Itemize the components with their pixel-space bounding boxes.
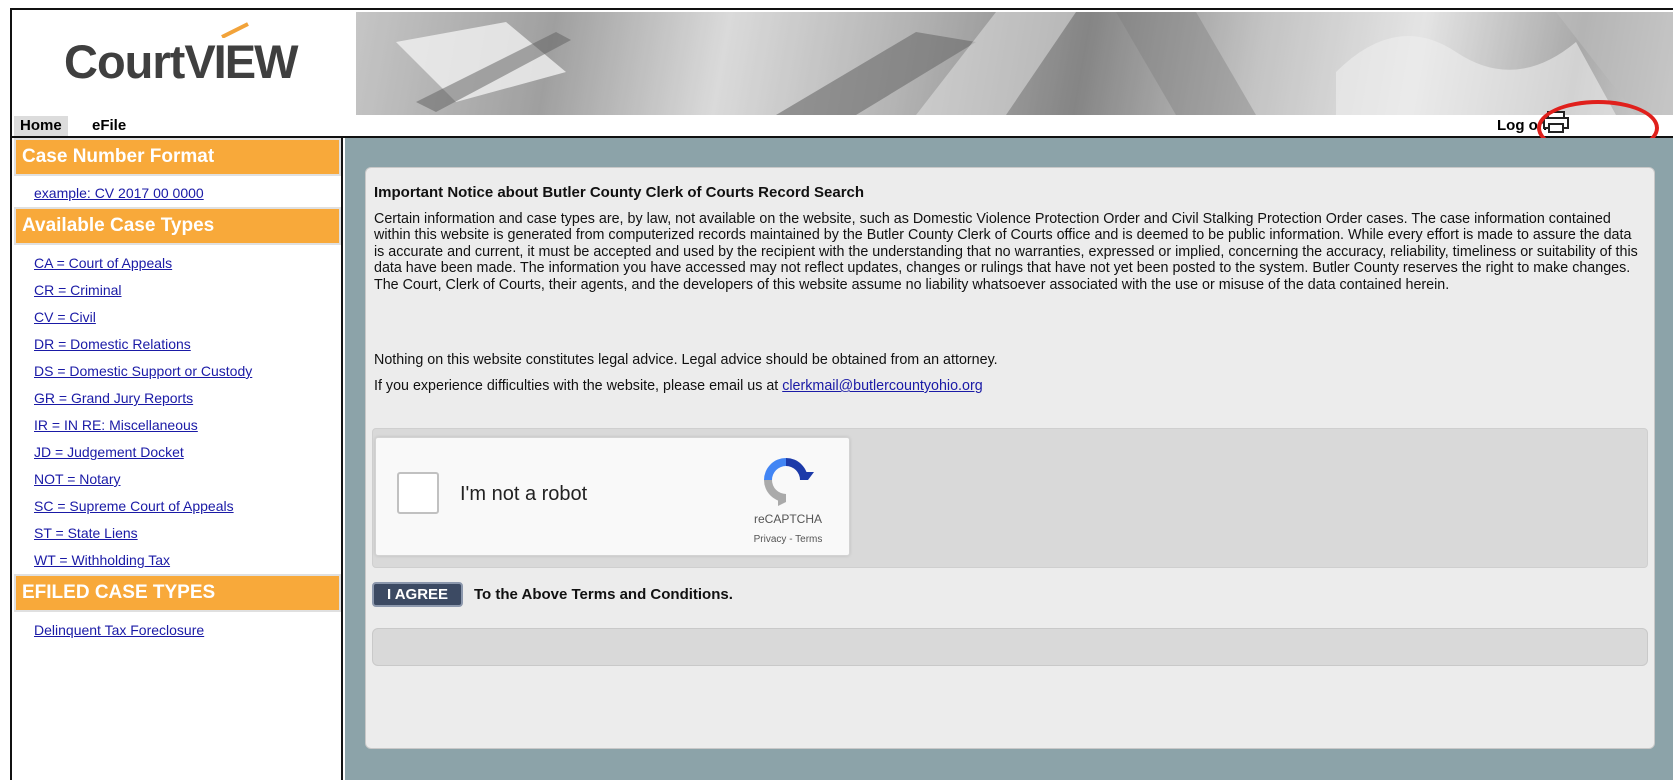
nav-home-link[interactable]: Home [14,116,68,136]
captcha-area: I'm not a robot reCAPTCHA Privacy - Term… [372,428,1648,568]
banner-artwork [356,12,1673,115]
agree-terms-text: To the Above Terms and Conditions. [474,586,733,603]
header-banner-image [356,12,1673,115]
logo-text-view: VIEW [184,35,298,88]
case-type-link-ds[interactable]: DS = Domestic Support or Custody [14,358,341,385]
recaptcha-widget: I'm not a robot reCAPTCHA Privacy - Term… [375,437,850,556]
i-agree-button[interactable]: I AGREE [372,582,463,607]
case-type-link-gr[interactable]: GR = Grand Jury Reports [14,385,341,412]
case-type-link-sc[interactable]: SC = Supreme Court of Appeals [14,493,341,520]
case-type-link-ca[interactable]: CA = Court of Appeals [14,250,341,277]
notice-panel: Important Notice about Butler County Cle… [365,167,1655,749]
case-type-link-not[interactable]: NOT = Notary [14,466,341,493]
status-bar [372,628,1648,666]
case-types-list: CA = Court of Appeals CR = Criminal CV =… [14,245,341,574]
recaptcha-checkbox[interactable] [397,472,439,514]
case-format-example-link[interactable]: example: CV 2017 00 0000 [14,180,341,207]
logo-area: CourtVIEW [14,12,356,115]
efiled-type-link-delinquent-tax[interactable]: Delinquent Tax Foreclosure [14,617,341,644]
case-type-link-dr[interactable]: DR = Domestic Relations [14,331,341,358]
recaptcha-logo-icon [764,458,814,506]
efiled-case-types-header: EFILED CASE TYPES [14,574,341,612]
case-type-link-jd[interactable]: JD = Judgement Docket [14,439,341,466]
case-type-link-st[interactable]: ST = State Liens [14,520,341,547]
notice-title: Important Notice about Butler County Cle… [374,184,865,201]
case-type-link-ir[interactable]: IR = IN RE: Miscellaneous [14,412,341,439]
nav-efile-link[interactable]: eFile [92,117,126,134]
recaptcha-privacy-terms-links[interactable]: Privacy - Terms [748,534,828,545]
case-type-link-wt[interactable]: WT = Withholding Tax [14,547,341,574]
contact-email-link[interactable]: clerkmail@butlercountyohio.org [782,378,982,394]
case-type-link-cr[interactable]: CR = Criminal [14,277,341,304]
case-number-format-header: Case Number Format [14,138,341,176]
sidebar: Case Number Format example: CV 2017 00 0… [14,138,343,780]
recaptcha-label: I'm not a robot [460,483,588,505]
notice-body: Certain information and case types are, … [374,211,1638,293]
recaptcha-brand: reCAPTCHA [753,512,822,526]
main-content: Important Notice about Butler County Cle… [345,138,1673,780]
contact-prefix: If you experience difficulties with the … [374,378,783,394]
available-case-types-header: Available Case Types [14,207,341,245]
contact-line: If you experience difficulties with the … [374,378,983,394]
logo-text-court: Court [64,35,185,88]
page-frame: CourtVIEW Home eFile Log on Case Number … [10,8,1673,780]
top-navigation: Home eFile Log on [12,115,1673,138]
legal-advice-notice: Nothing on this website constitutes lega… [374,352,998,368]
courtview-logo[interactable]: CourtVIEW [64,34,298,89]
case-type-link-cv[interactable]: CV = Civil [14,304,341,331]
